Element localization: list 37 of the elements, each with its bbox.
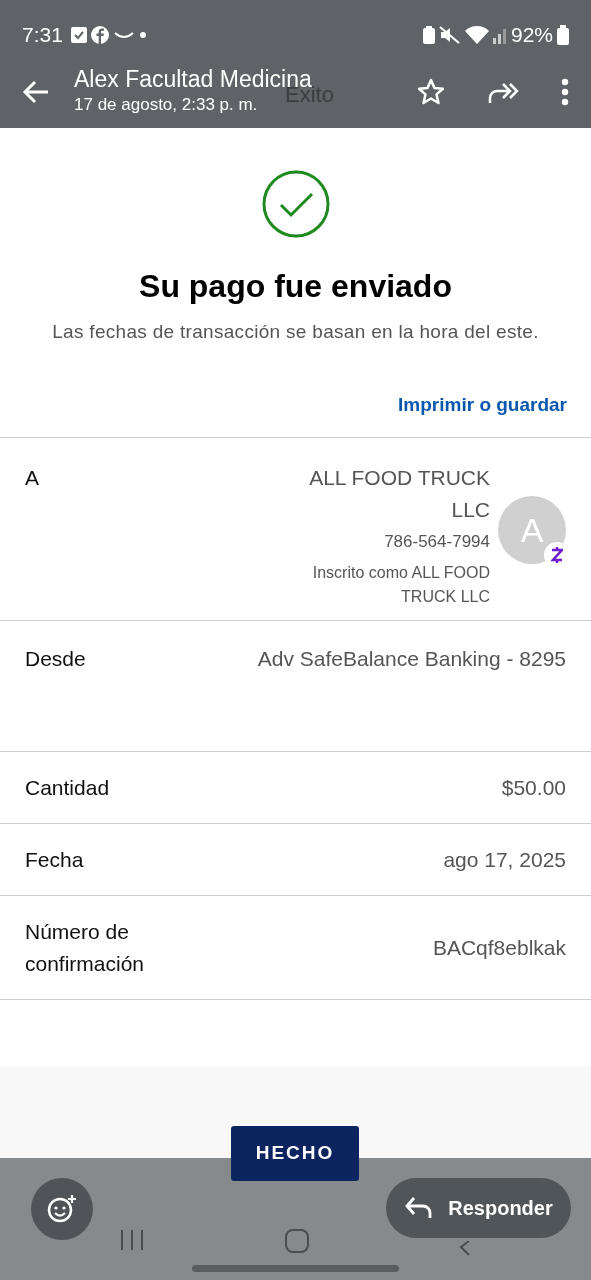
row-label: A xyxy=(25,465,39,491)
wifi-icon xyxy=(464,26,489,44)
mute-icon xyxy=(438,26,461,44)
row-value: ago 17, 2025 xyxy=(443,846,566,873)
social-notification-icon xyxy=(90,26,109,44)
row-label: Cantidad xyxy=(25,774,110,801)
row-label: Número de confirmación xyxy=(25,919,146,977)
battery-saver-icon xyxy=(422,26,435,44)
gesture-handle[interactable] xyxy=(192,1265,399,1272)
recipient-phone: 786-564-7994 xyxy=(384,531,490,553)
reply-button[interactable]: Responder xyxy=(386,1178,571,1238)
payment-logo-icon xyxy=(551,547,563,563)
timezone-note: Las fechas de transacción se basan en la hora del este. xyxy=(52,320,539,344)
clock-time: 7:31 xyxy=(22,22,63,49)
row-value: Adv SafeBalance Banking - 8295 xyxy=(257,646,566,672)
dot-icon xyxy=(138,31,147,39)
home-icon[interactable] xyxy=(284,1228,310,1254)
enrollment-note: Inscrito como ALL FOOD TRUCK LLC xyxy=(311,562,490,607)
success-heading: Su pago fue enviado xyxy=(139,267,452,306)
back-arrow-icon[interactable] xyxy=(22,80,50,104)
print-link[interactable]: Imprimir o guardar xyxy=(398,390,567,419)
reply-arrow-icon xyxy=(404,1196,433,1220)
row-label: Desde xyxy=(25,646,86,672)
recipient-name: ALL FOOD TRUCK LLC xyxy=(308,465,490,523)
star-icon[interactable] xyxy=(417,78,445,106)
checkbox-notification-icon xyxy=(70,27,87,43)
signal-icon xyxy=(492,26,507,44)
smiley-plus-icon xyxy=(47,1194,77,1224)
battery-percent: 92% xyxy=(510,22,553,49)
row-value: BACqf8eblkak xyxy=(432,934,566,961)
battery-icon xyxy=(557,25,569,45)
more-options-icon[interactable] xyxy=(561,78,569,106)
row-label: Fecha xyxy=(25,846,84,873)
row-value: $50.00 xyxy=(501,774,566,801)
checkmark-circle-icon xyxy=(261,170,330,238)
done-button[interactable]: HECHO xyxy=(231,1126,359,1181)
recent-apps-icon[interactable] xyxy=(119,1228,145,1252)
